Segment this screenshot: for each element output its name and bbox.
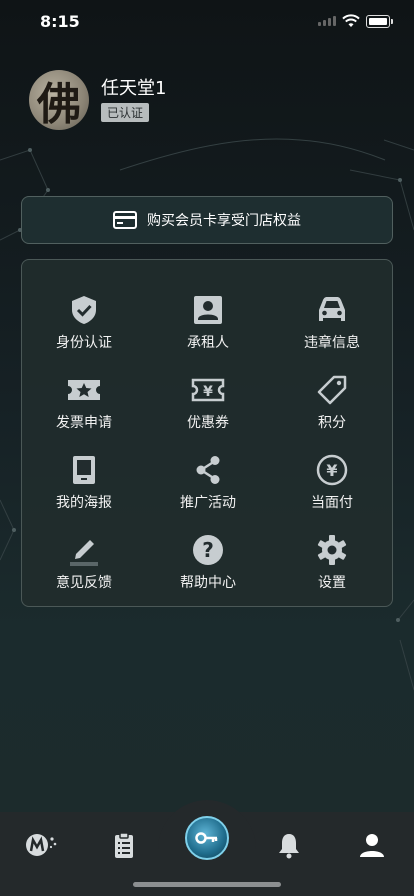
svg-text:¥: ¥ — [326, 461, 337, 480]
grid-item-identity[interactable]: 身份认证 — [22, 284, 146, 354]
grid-item-label: 设置 — [318, 575, 346, 591]
grid-item-label: 积分 — [318, 415, 346, 431]
membership-label: 购买会员卡享受门店权益 — [147, 213, 301, 229]
verified-badge: 已认证 — [101, 103, 150, 122]
username: 任天堂1 — [101, 78, 167, 99]
wifi-icon — [342, 14, 360, 27]
tab-home[interactable] — [24, 830, 60, 860]
car-icon — [319, 297, 345, 321]
ticket-star-icon — [68, 380, 100, 400]
user-icon — [360, 834, 384, 857]
grid-item-label: 优惠券 — [187, 415, 229, 431]
grid-item-label: 发票申请 — [56, 415, 112, 431]
grid-item-label: 推广活动 — [180, 495, 236, 511]
grid-item-feedback[interactable]: 意见反馈 — [22, 524, 146, 594]
avatar[interactable]: 佛 — [29, 70, 89, 130]
grid-item-pay-in-person[interactable]: ¥ 当面付 — [270, 444, 394, 514]
grid-item-label: 我的海报 — [56, 495, 112, 511]
home-indicator — [133, 882, 281, 887]
shield-check-icon — [72, 296, 96, 324]
share-icon — [196, 456, 220, 484]
grid-item-coupon[interactable]: ¥ 优惠券 — [146, 364, 270, 434]
tab-key[interactable] — [185, 816, 229, 860]
cellular-signal-icon — [318, 16, 336, 26]
battery-icon — [366, 15, 390, 28]
battery-cap — [391, 19, 393, 24]
grid-item-label: 身份认证 — [56, 335, 112, 351]
grid-item-poster[interactable]: 我的海报 — [22, 444, 146, 514]
tab-profile[interactable] — [357, 830, 387, 860]
grid-item-label: 帮助中心 — [180, 575, 236, 591]
grid-item-label: 承租人 — [187, 335, 229, 351]
help-circle-icon: ? — [193, 535, 223, 565]
bell-icon — [279, 834, 299, 859]
grid-item-label: 意见反馈 — [56, 575, 112, 591]
brand-logo-icon — [26, 834, 57, 856]
tab-orders[interactable] — [109, 830, 139, 860]
grid-item-help[interactable]: ? 帮助中心 — [146, 524, 270, 594]
avatar-glyph: 佛 — [37, 79, 81, 130]
status-time: 8:15 — [40, 12, 80, 31]
gear-icon — [317, 535, 347, 565]
svg-text:¥: ¥ — [203, 384, 213, 400]
coupon-yen-icon: ¥ — [191, 378, 225, 402]
status-bar: 8:15 — [0, 0, 414, 44]
credit-card-icon — [113, 211, 137, 229]
grid-item-invoice[interactable]: 发票申请 — [22, 364, 146, 434]
grid-item-settings[interactable]: 设置 — [270, 524, 394, 594]
service-grid-panel: 身份认证 承租人 违章信息 发票申请 ¥ 优惠券 积分 我的海报 推广活动 ¥ … — [21, 259, 393, 607]
grid-item-label: 当面付 — [311, 495, 353, 511]
grid-item-points[interactable]: 积分 — [270, 364, 394, 434]
grid-item-label: 违章信息 — [304, 335, 360, 351]
key-icon — [195, 832, 218, 844]
membership-card-button[interactable]: 购买会员卡享受门店权益 — [21, 196, 393, 244]
grid-item-lessee[interactable]: 承租人 — [146, 284, 270, 354]
tab-notifications[interactable] — [274, 830, 304, 860]
svg-text:?: ? — [202, 538, 214, 562]
clipboard-list-icon — [115, 832, 133, 858]
tablet-icon — [73, 456, 95, 484]
grid-item-violations[interactable]: 违章信息 — [270, 284, 394, 354]
yen-circle-icon: ¥ — [316, 454, 348, 486]
person-card-icon — [194, 296, 222, 324]
tag-icon — [317, 375, 347, 405]
pencil-icon — [70, 540, 98, 566]
grid-item-promotion[interactable]: 推广活动 — [146, 444, 270, 514]
